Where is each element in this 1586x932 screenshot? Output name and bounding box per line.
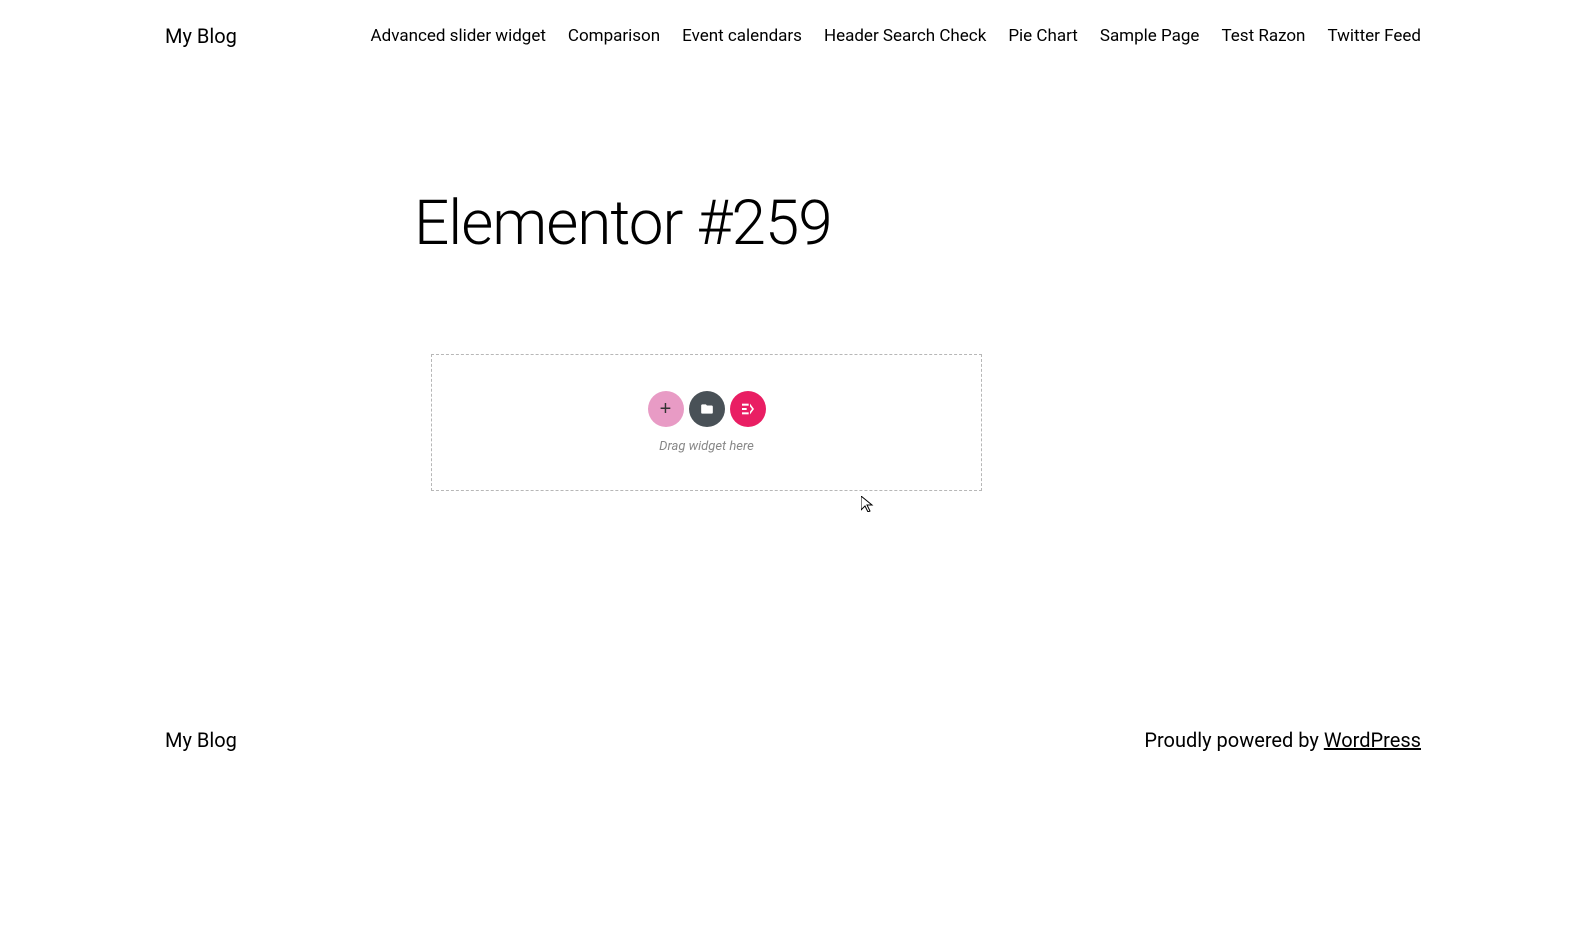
nav-item-pie-chart[interactable]: Pie Chart xyxy=(1008,26,1078,46)
footer-credit-prefix: Proudly powered by xyxy=(1144,728,1323,752)
nav-item-twitter-feed[interactable]: Twitter Feed xyxy=(1327,26,1421,46)
site-header: My Blog Advanced slider widget Compariso… xyxy=(0,0,1586,72)
page-title: Elementor #259 xyxy=(414,187,1586,260)
cursor-icon xyxy=(861,496,877,512)
footer-credit: Proudly powered by WordPress xyxy=(1144,728,1421,752)
footer-site-title[interactable]: My Blog xyxy=(165,728,237,752)
site-title[interactable]: My Blog xyxy=(165,24,237,48)
nav-item-advanced-slider[interactable]: Advanced slider widget xyxy=(371,26,546,46)
wordpress-link[interactable]: WordPress xyxy=(1324,728,1421,752)
add-section-button[interactable]: + xyxy=(648,391,684,427)
main-content: Elementor #259 xyxy=(0,72,1586,260)
drag-hint-text: Drag widget here xyxy=(659,439,754,454)
site-footer: My Blog Proudly powered by WordPress xyxy=(165,728,1421,752)
template-library-button[interactable] xyxy=(689,391,725,427)
folder-icon xyxy=(700,402,714,416)
nav-item-comparison[interactable]: Comparison xyxy=(568,26,660,46)
nav-item-test-razon[interactable]: Test Razon xyxy=(1221,26,1305,46)
elementskit-button[interactable] xyxy=(730,391,766,427)
drop-zone-buttons: + xyxy=(648,391,766,427)
widget-drop-zone[interactable]: + Drag widget here xyxy=(431,354,982,491)
nav-item-sample-page[interactable]: Sample Page xyxy=(1100,26,1200,46)
primary-nav: Advanced slider widget Comparison Event … xyxy=(371,26,1421,46)
elementskit-icon xyxy=(740,401,756,417)
nav-item-header-search-check[interactable]: Header Search Check xyxy=(824,26,986,46)
nav-item-event-calendars[interactable]: Event calendars xyxy=(682,26,802,46)
